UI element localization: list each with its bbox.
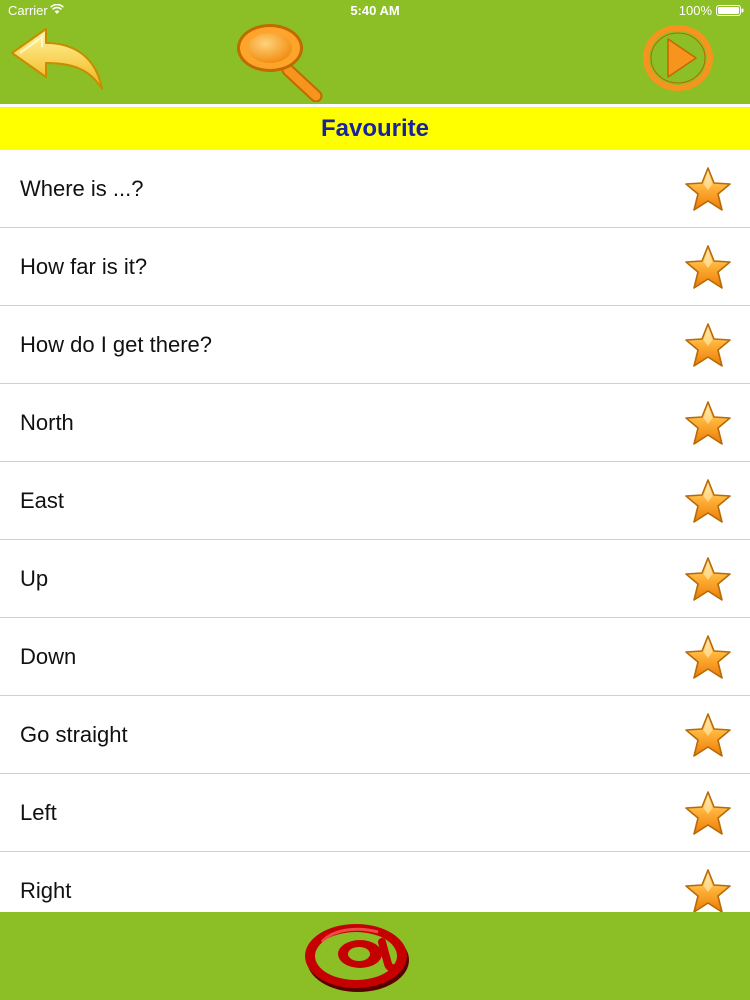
star-icon[interactable] bbox=[684, 478, 732, 524]
title-banner: Favourite bbox=[0, 107, 750, 150]
back-arrow-icon[interactable] bbox=[8, 27, 106, 93]
search-icon[interactable] bbox=[232, 20, 326, 102]
star-icon[interactable] bbox=[684, 790, 732, 836]
status-bar: Carrier 5:40 AM 100% bbox=[0, 0, 750, 20]
list-item[interactable]: Right bbox=[0, 852, 750, 912]
at-sign-icon[interactable] bbox=[302, 920, 414, 994]
list-item-label: Where is ...? bbox=[20, 176, 144, 201]
list-item[interactable]: How do I get there? bbox=[0, 306, 750, 384]
star-icon[interactable] bbox=[684, 712, 732, 758]
favourites-list[interactable]: Where is ...? How far is it? How do I get … bbox=[0, 150, 750, 912]
top-toolbar bbox=[0, 20, 750, 104]
star-icon[interactable] bbox=[684, 556, 732, 602]
clock-label: 5:40 AM bbox=[350, 3, 400, 18]
star-icon[interactable] bbox=[684, 166, 732, 212]
list-item[interactable]: East bbox=[0, 462, 750, 540]
list-item[interactable]: Left bbox=[0, 774, 750, 852]
list-item[interactable]: Up bbox=[0, 540, 750, 618]
star-icon[interactable] bbox=[684, 868, 732, 912]
star-icon[interactable] bbox=[684, 244, 732, 290]
list-item-label: Up bbox=[20, 566, 49, 591]
list-item-label: How far is it? bbox=[20, 254, 148, 279]
list-item[interactable]: Down bbox=[0, 618, 750, 696]
list-item-label: North bbox=[20, 410, 74, 435]
star-icon[interactable] bbox=[684, 322, 732, 368]
bottom-toolbar bbox=[0, 912, 750, 1000]
list-item-label: Go straight bbox=[20, 722, 128, 747]
list-item[interactable]: Where is ...? bbox=[0, 150, 750, 228]
list-item[interactable]: North bbox=[0, 384, 750, 462]
list-item-label: Down bbox=[20, 644, 77, 669]
star-icon[interactable] bbox=[684, 400, 732, 446]
page-title: Favourite bbox=[320, 115, 430, 142]
list-item-label: Left bbox=[20, 800, 57, 825]
star-icon[interactable] bbox=[684, 634, 732, 680]
list-item-label: How do I get there? bbox=[20, 332, 213, 357]
list-item-label: East bbox=[20, 488, 65, 513]
play-icon[interactable] bbox=[640, 22, 716, 94]
list-item-label: Right bbox=[20, 878, 72, 903]
battery-percent: 100% bbox=[678, 3, 712, 18]
battery-icon bbox=[716, 5, 744, 16]
list-item[interactable]: Go straight bbox=[0, 696, 750, 774]
list-item[interactable]: How far is it? bbox=[0, 228, 750, 306]
